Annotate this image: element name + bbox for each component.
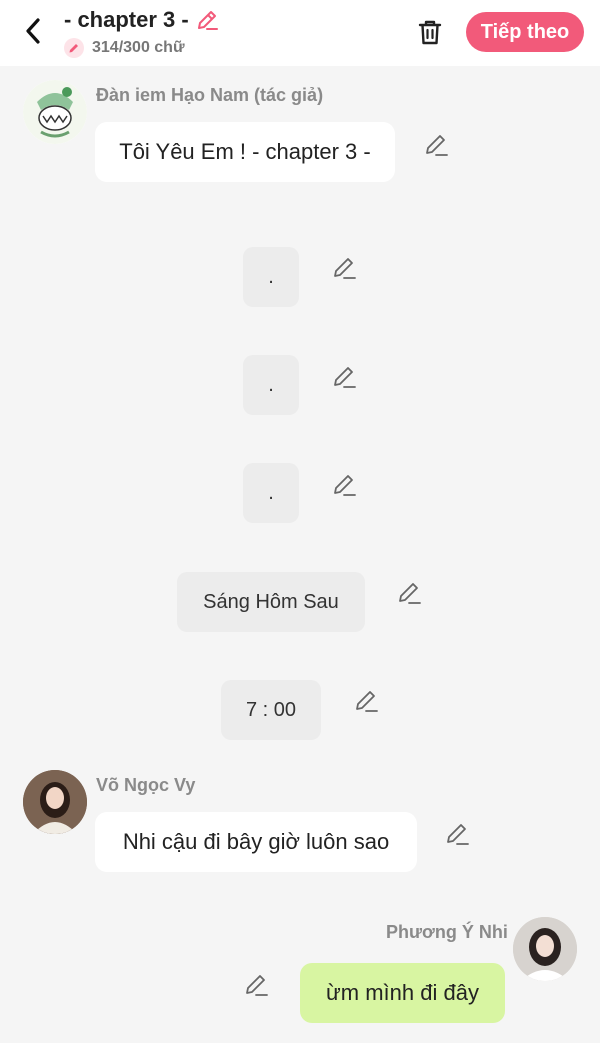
self-message-bubble[interactable]: ừm mình đi đây xyxy=(300,963,505,1023)
message-author: Phương Ý Nhi xyxy=(386,922,508,942)
edit-message-button[interactable] xyxy=(396,580,422,606)
narration-bubble[interactable]: . xyxy=(243,247,299,307)
pencil-icon xyxy=(334,367,356,388)
avatar[interactable] xyxy=(513,917,577,981)
pencil-icon xyxy=(399,583,421,604)
chapter-title: - chapter 3 - xyxy=(64,7,189,32)
avatar-image-icon xyxy=(23,80,87,144)
edit-message-button[interactable] xyxy=(353,688,379,714)
delete-button[interactable] xyxy=(414,16,446,48)
narration-bubble[interactable]: . xyxy=(243,463,299,523)
back-arrow-icon xyxy=(26,18,40,44)
edit-message-button[interactable] xyxy=(243,972,269,998)
pencil-icon xyxy=(426,135,448,156)
pencil-icon xyxy=(198,11,218,30)
message-author: Võ Ngọc Vy xyxy=(96,775,196,795)
back-button[interactable] xyxy=(18,14,48,48)
avatar-image-icon xyxy=(513,917,577,981)
narration-bubble[interactable]: . xyxy=(243,355,299,415)
message-author: Đàn iem Hạo Nam (tác giả) xyxy=(96,85,324,105)
pencil-icon xyxy=(64,38,84,58)
next-button[interactable]: Tiếp theo xyxy=(466,12,584,52)
avatar[interactable] xyxy=(23,770,87,834)
avatar-image-icon xyxy=(23,770,87,834)
message-bubble[interactable]: Tôi Yêu Em ! - chapter 3 - xyxy=(95,122,395,182)
trash-icon xyxy=(418,20,442,45)
edit-message-button[interactable] xyxy=(331,364,357,390)
edit-message-button[interactable] xyxy=(423,132,449,158)
word-count: 314/300 chữ xyxy=(64,38,185,58)
narration-bubble[interactable]: Sáng Hôm Sau xyxy=(177,572,365,632)
narration-bubble[interactable]: 7 : 00 xyxy=(221,680,321,740)
top-bar: - chapter 3 - 314/300 chữ Tiếp theo xyxy=(0,0,600,66)
pencil-icon xyxy=(334,475,356,496)
edit-title-button[interactable] xyxy=(195,8,219,32)
avatar[interactable] xyxy=(23,80,87,144)
edit-message-button[interactable] xyxy=(444,821,470,847)
pencil-icon xyxy=(334,258,356,279)
message-bubble[interactable]: Nhi cậu đi bây giờ luôn sao xyxy=(95,812,417,872)
edit-message-button[interactable] xyxy=(331,472,357,498)
edit-message-button[interactable] xyxy=(331,255,357,281)
pencil-icon xyxy=(356,691,378,712)
pencil-icon xyxy=(246,975,268,996)
pencil-icon xyxy=(447,824,469,845)
word-count-text: 314/300 chữ xyxy=(92,39,185,56)
